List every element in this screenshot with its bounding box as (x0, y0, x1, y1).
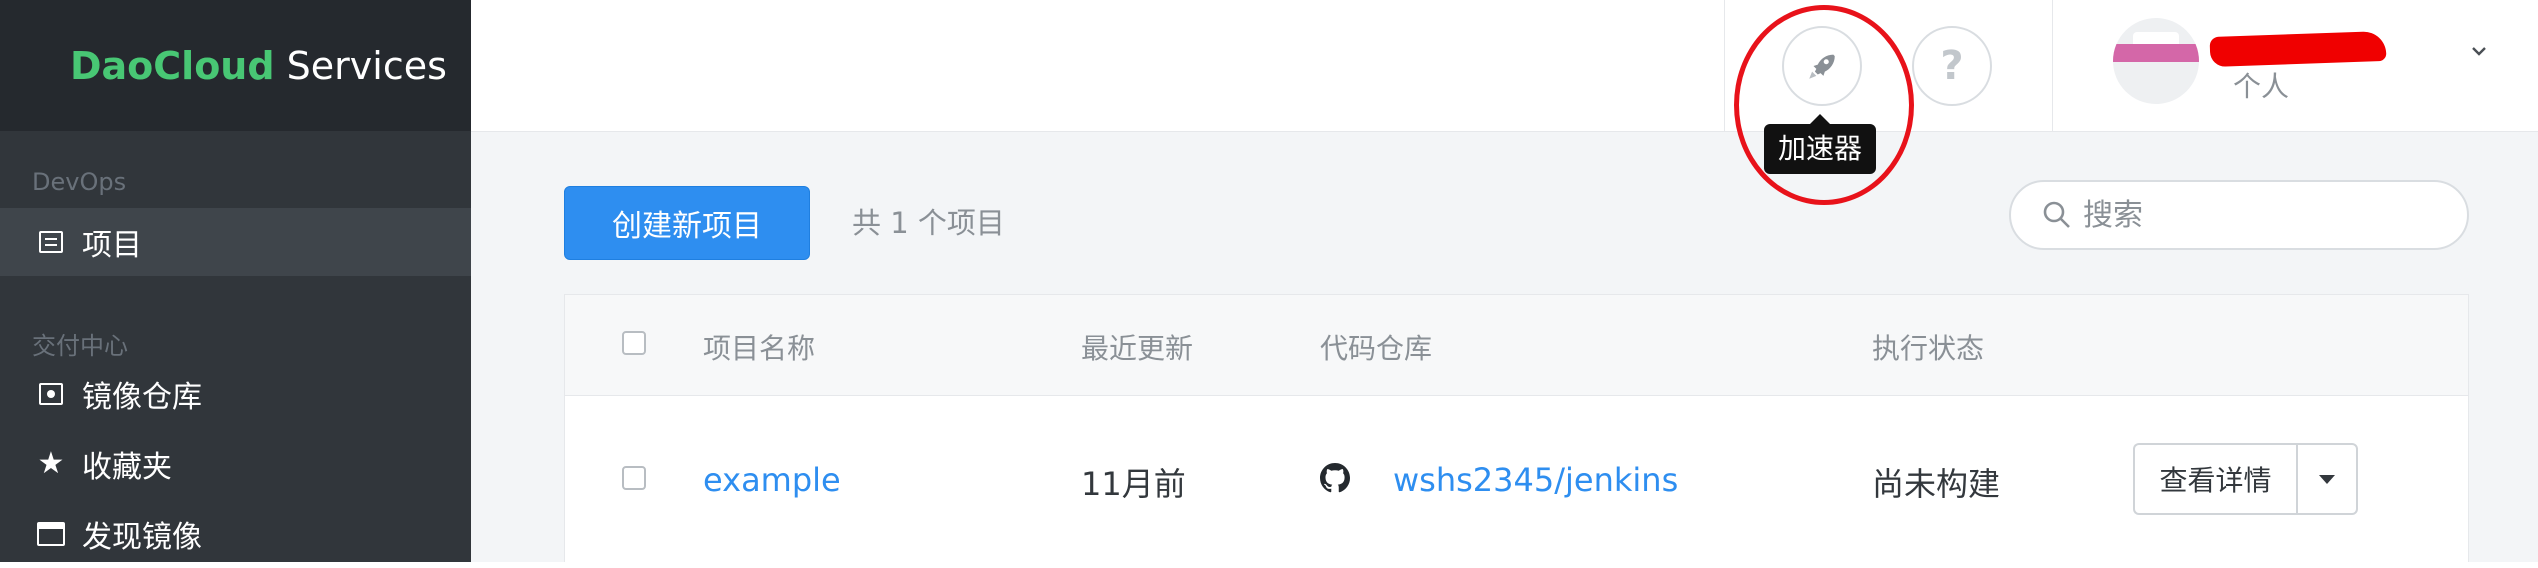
logo-suffix: Services (274, 44, 447, 88)
actions-dropdown-button[interactable] (2296, 443, 2358, 515)
sidebar-item-image-registry[interactable]: 镜像仓库 (0, 360, 471, 428)
header-divider (1724, 0, 1725, 131)
project-name-link[interactable]: example (703, 461, 841, 499)
section-title-delivery: 交付中心 (32, 332, 128, 360)
column-header-name: 项目名称 (703, 332, 816, 365)
view-details-button[interactable]: 查看详情 (2133, 443, 2296, 515)
repo-link[interactable]: wshs2345/jenkins (1393, 461, 1678, 499)
user-role: 个人 (2233, 70, 2290, 103)
star-icon: ★ (37, 446, 65, 481)
sidebar-item-label: 项目 (82, 228, 142, 263)
create-project-button[interactable]: 创建新项目 (564, 186, 810, 260)
search-icon (2043, 201, 2070, 228)
sidebar: DaoCloud Services DevOps 项目 交付中心 镜像仓库 ★ … (0, 0, 471, 562)
search-input[interactable] (2081, 196, 2445, 234)
search-box[interactable] (2009, 180, 2469, 250)
logo-brand: DaoCloud (70, 44, 275, 88)
table-header: 项目名称 最近更新 代码仓库 执行状态 (565, 295, 2468, 396)
github-icon (1320, 463, 1350, 493)
column-header-status: 执行状态 (1872, 332, 1985, 365)
logo[interactable]: DaoCloud Services (70, 40, 447, 92)
sidebar-item-projects[interactable]: 项目 (0, 208, 471, 276)
avatar[interactable] (2113, 18, 2199, 104)
sidebar-item-favorites[interactable]: ★ 收藏夹 (0, 430, 471, 498)
last-updated: 11月前 (1081, 465, 1186, 503)
caret-down-icon (2319, 474, 2335, 484)
sidebar-item-discover-images[interactable]: 发现镜像 (0, 500, 471, 568)
sidebar-item-label: 镜像仓库 (82, 380, 202, 415)
projects-table: 项目名称 最近更新 代码仓库 执行状态 example 11月前 wshs234… (564, 294, 2469, 562)
sidebar-item-label: 发现镜像 (82, 520, 202, 555)
logo-bar: DaoCloud Services (0, 0, 471, 131)
row-checkbox[interactable] (622, 466, 646, 490)
sidebar-item-label: 收藏夹 (82, 450, 172, 485)
project-count: 共 1 个项目 (852, 206, 1005, 240)
redacted-username (2209, 30, 2387, 68)
header-divider (2052, 0, 2053, 131)
build-status: 尚未构建 (1872, 465, 2001, 503)
column-header-updated: 最近更新 (1081, 332, 1194, 365)
column-header-repo: 代码仓库 (1320, 332, 1433, 365)
store-icon (36, 519, 66, 549)
list-icon (36, 227, 66, 257)
select-all-checkbox[interactable] (622, 331, 646, 355)
help-button[interactable]: ? (1912, 26, 1992, 106)
help-icon: ? (1940, 43, 1964, 89)
section-title-devops: DevOps (32, 168, 127, 196)
image-icon (36, 379, 66, 409)
red-annotation-circle (1734, 5, 1914, 205)
chevron-down-icon[interactable] (2470, 42, 2488, 60)
